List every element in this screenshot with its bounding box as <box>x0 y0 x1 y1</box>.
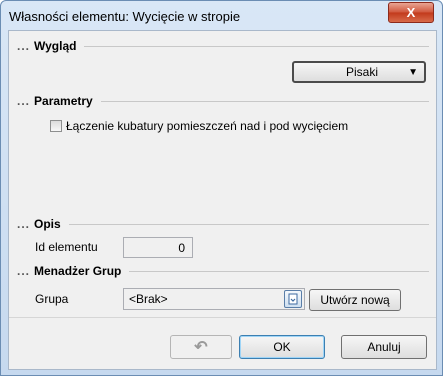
title-bar[interactable]: Własności elementu: Wycięcie w stropie X <box>1 1 442 29</box>
document-icon <box>288 293 298 305</box>
group-label: Grupa <box>35 292 69 306</box>
group-select-value: <Brak> <box>129 292 168 306</box>
close-button[interactable]: X <box>388 2 434 23</box>
ok-button[interactable]: OK <box>239 335 325 359</box>
window-title: Własności elementu: Wycięcie w stropie <box>9 9 241 24</box>
section-description-label: Opis <box>34 217 61 231</box>
section-appearance: ... Wygląd <box>17 39 429 53</box>
section-divider <box>68 224 429 225</box>
dialog-window: Własności elementu: Wycięcie w stropie X… <box>0 0 443 376</box>
close-icon: X <box>406 5 416 20</box>
dialog-content: ... Wygląd Pisaki ▼ ... Parametry Łączen… <box>8 30 437 370</box>
section-divider <box>100 101 429 102</box>
pens-button-label: Pisaki <box>345 65 378 79</box>
section-dots: ... <box>17 39 31 53</box>
dropdown-arrow-icon: ▼ <box>408 66 418 78</box>
section-appearance-label: Wygląd <box>34 39 77 53</box>
section-parameters-label: Parametry <box>34 94 93 108</box>
section-group-manager-label: Menadżer Grup <box>34 264 122 278</box>
group-browse-button[interactable] <box>284 290 302 308</box>
pens-button[interactable]: Pisaki ▼ <box>292 61 426 83</box>
section-divider <box>129 271 429 272</box>
create-new-group-label: Utwórz nową <box>320 293 390 307</box>
cancel-button[interactable]: Anuluj <box>341 335 427 359</box>
section-group-manager: ... Menadżer Grup <box>17 264 429 278</box>
section-parameters: ... Parametry <box>17 94 429 108</box>
ok-button-label: OK <box>273 340 291 354</box>
element-id-value: 0 <box>178 240 185 255</box>
section-description: ... Opis <box>17 217 429 231</box>
element-id-field: 0 <box>123 237 193 258</box>
section-divider <box>84 46 429 47</box>
join-volumes-checkbox[interactable] <box>50 120 62 132</box>
cancel-button-label: Anuluj <box>367 340 401 354</box>
section-dots: ... <box>17 264 31 278</box>
section-dots: ... <box>17 94 31 108</box>
footer-divider <box>9 317 436 318</box>
undo-button[interactable]: ↶ <box>170 335 232 359</box>
group-select[interactable]: <Brak> <box>123 288 305 310</box>
undo-icon: ↶ <box>194 339 208 356</box>
section-dots: ... <box>17 217 31 231</box>
join-volumes-label: Łączenie kubatury pomieszczeń nad i pod … <box>66 119 349 133</box>
element-id-label: Id elementu <box>35 240 98 254</box>
create-new-group-button[interactable]: Utwórz nową <box>309 289 401 311</box>
